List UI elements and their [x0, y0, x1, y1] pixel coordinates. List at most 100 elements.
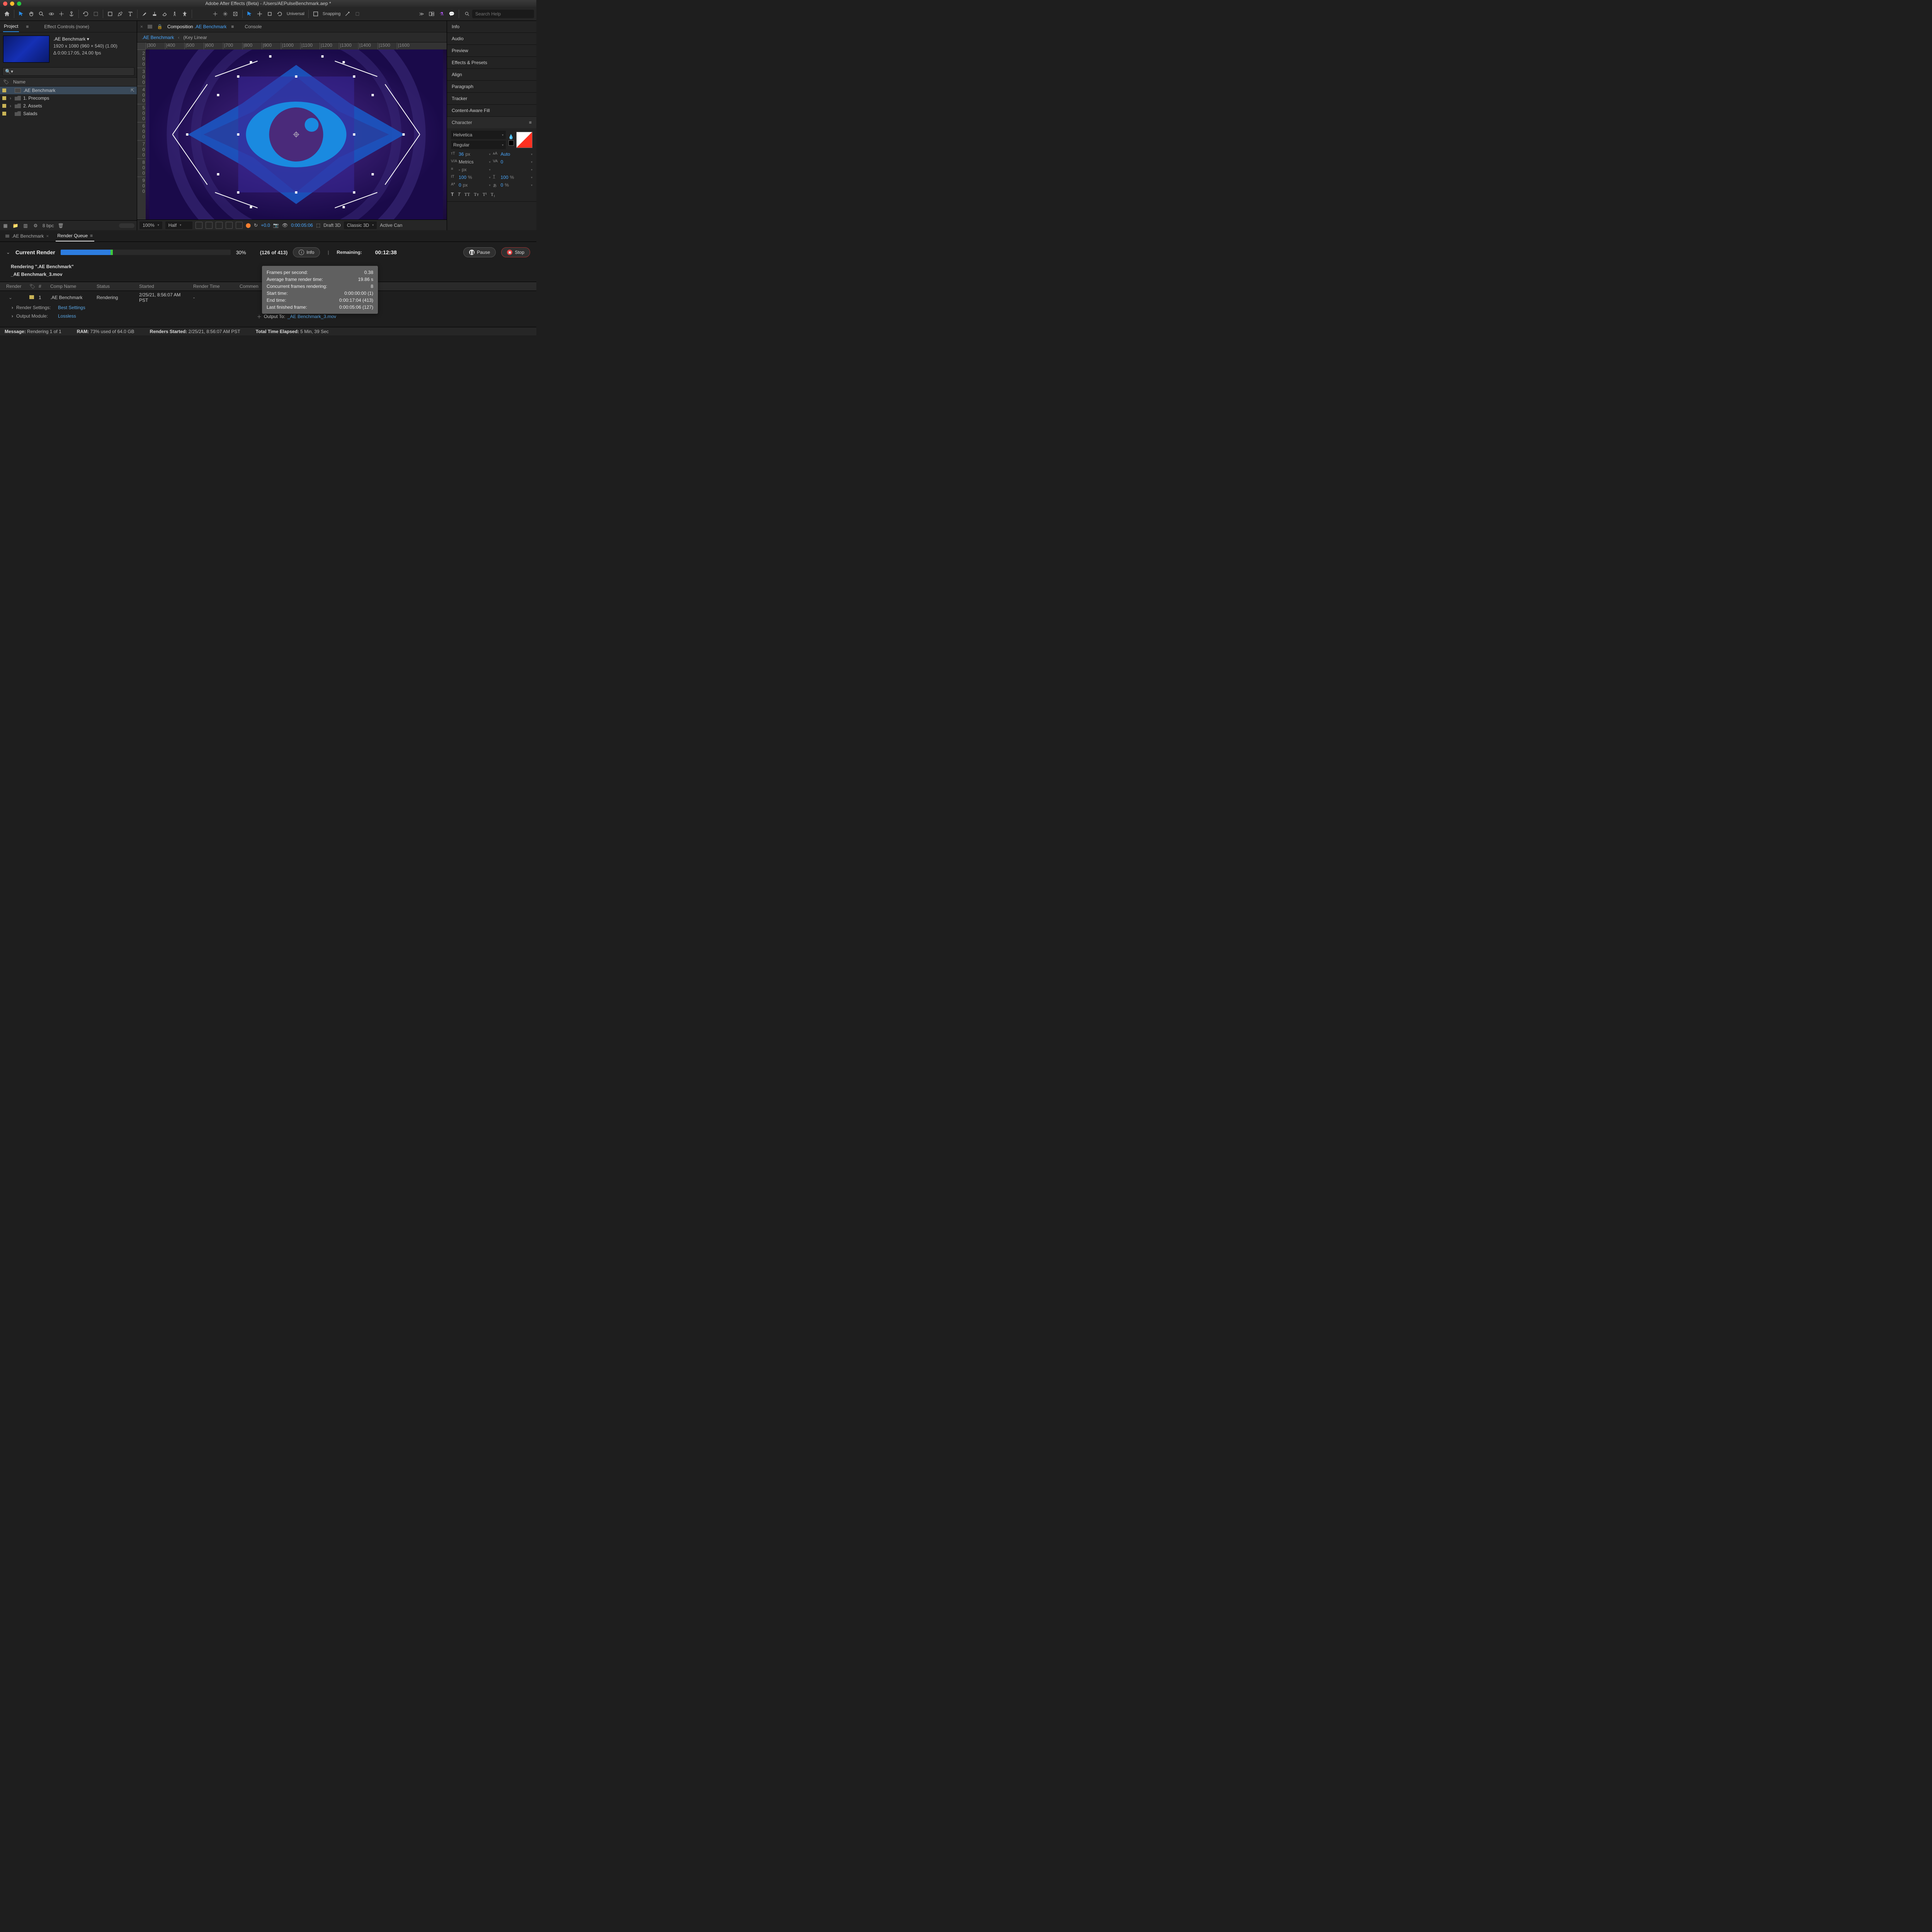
character-menu-icon[interactable]: ≡: [529, 120, 532, 125]
tab-effect-controls[interactable]: Effect Controls (none): [43, 22, 90, 32]
workspace-icon[interactable]: [427, 9, 436, 19]
show-snapshot-icon[interactable]: 👁: [282, 223, 288, 228]
color-mgmt-icon[interactable]: ⬤: [246, 223, 251, 228]
draft3d-icon[interactable]: ⬚: [316, 223, 320, 228]
name-column[interactable]: Name: [13, 79, 26, 85]
axis-view[interactable]: [231, 9, 240, 19]
transparency-grid-icon[interactable]: [196, 222, 202, 229]
universal-cursor[interactable]: [245, 9, 254, 19]
disclosure-icon[interactable]: ›: [9, 95, 12, 101]
leading[interactable]: ᴀAAuto: [493, 151, 533, 157]
snapshot-icon[interactable]: 📷: [273, 223, 279, 228]
stroke-order[interactable]: [493, 168, 533, 172]
character-header[interactable]: Character ≡: [447, 117, 536, 128]
horizontal-scale[interactable]: T̲100%: [493, 175, 533, 180]
zoom-tool[interactable]: [37, 9, 46, 19]
selection-tool[interactable]: [17, 9, 26, 19]
panel-preview[interactable]: Preview: [447, 45, 536, 57]
crumb-comp[interactable]: .AE Benchmark: [142, 35, 174, 40]
overflow-icon[interactable]: ≫: [417, 9, 426, 19]
add-output-icon[interactable]: ＋: [257, 313, 262, 320]
roi-icon[interactable]: [216, 222, 223, 229]
universal-scale[interactable]: [265, 9, 274, 19]
col-render-time[interactable]: Render Time: [191, 284, 237, 289]
col-comp[interactable]: Comp Name: [48, 284, 94, 289]
rs-value[interactable]: Best Settings: [58, 305, 85, 312]
comp-thumbnail[interactable]: [3, 36, 49, 63]
disclosure-icon[interactable]: ›: [9, 103, 12, 109]
panel-align[interactable]: Align: [447, 69, 536, 81]
search-help[interactable]: [464, 10, 534, 18]
vertical-scale[interactable]: IT100%: [451, 175, 491, 180]
panel-paragraph[interactable]: Paragraph: [447, 81, 536, 93]
resolution-select[interactable]: Half: [165, 221, 192, 229]
superscript[interactable]: T¹: [483, 192, 487, 197]
tab-render-queue[interactable]: Render Queue ≡: [56, 231, 94, 242]
close-tab-icon[interactable]: ×: [140, 24, 143, 29]
tag-column-icon[interactable]: 🏷: [3, 79, 13, 85]
panel-info[interactable]: Info: [447, 21, 536, 33]
flowchart-icon[interactable]: ⇱: [131, 88, 134, 93]
fill-stroke-swatch[interactable]: [516, 132, 532, 148]
comp-menu-icon[interactable]: ≡: [231, 24, 234, 29]
label-swatch[interactable]: [2, 96, 6, 100]
col-num[interactable]: #: [36, 284, 48, 289]
panel-tracker[interactable]: Tracker: [447, 93, 536, 105]
project-settings-icon[interactable]: ⚙: [32, 223, 39, 229]
trash-icon[interactable]: 🗑: [58, 223, 64, 229]
tab-composition[interactable]: Composition .AE Benchmark: [167, 24, 226, 29]
composition-viewer[interactable]: |300|400|500|600|700|800|900|1000|1100|1…: [137, 43, 447, 219]
snap-opt-2[interactable]: [353, 9, 362, 19]
brush-tool[interactable]: [140, 9, 149, 19]
panel-audio[interactable]: Audio: [447, 33, 536, 45]
camera-select[interactable]: Active Can: [380, 223, 402, 228]
lock-icon[interactable]: 🔒: [157, 24, 163, 29]
crumb-back-icon[interactable]: ‹: [178, 35, 179, 40]
stroke-width[interactable]: ≡-px: [451, 167, 491, 172]
project-menu-icon[interactable]: ≡: [26, 24, 29, 29]
label-swatch[interactable]: [2, 104, 6, 108]
faux-italic[interactable]: T: [457, 192, 460, 197]
panel-content-aware-fill[interactable]: Content-Aware Fill: [447, 105, 536, 117]
rq-menu-icon[interactable]: ≡: [90, 233, 93, 238]
shape-tool[interactable]: [105, 9, 115, 19]
universal-rotate[interactable]: [275, 9, 284, 19]
snapping-checkbox[interactable]: [311, 9, 320, 19]
axis-world[interactable]: [221, 9, 230, 19]
close-tab-icon[interactable]: ×: [46, 233, 49, 239]
stroke-swatch[interactable]: [509, 140, 514, 146]
tracking[interactable]: VA0: [493, 159, 533, 165]
project-search[interactable]: 🔍▾: [2, 67, 134, 76]
labs-icon[interactable]: ⚗: [437, 9, 446, 19]
roto-tool[interactable]: [91, 9, 100, 19]
font-family-select[interactable]: Helvetica: [451, 131, 506, 139]
disclosure-icon[interactable]: ›: [12, 305, 13, 312]
disclosure-icon[interactable]: ⌄: [6, 250, 10, 255]
hand-tool[interactable]: [27, 9, 36, 19]
small-caps[interactable]: Tᴛ: [474, 192, 479, 197]
col-status[interactable]: Status: [94, 284, 137, 289]
om-value[interactable]: Lossless: [58, 313, 76, 320]
draft3d-label[interactable]: Draft 3D: [323, 223, 341, 228]
tab-console[interactable]: Console: [245, 24, 262, 29]
mask-toggle-icon[interactable]: [206, 222, 213, 229]
snap-opt-1[interactable]: [343, 9, 352, 19]
home-button[interactable]: [2, 9, 12, 19]
label-swatch[interactable]: [29, 295, 34, 299]
new-folder-icon[interactable]: 📁: [12, 223, 19, 229]
orbit-tool[interactable]: [47, 9, 56, 19]
universal-position[interactable]: [255, 9, 264, 19]
tab-timeline[interactable]: .AE Benchmark ×: [4, 231, 50, 241]
all-caps[interactable]: TT: [464, 192, 470, 197]
puppet-tool[interactable]: [170, 9, 179, 19]
exposure-value[interactable]: +0.0: [261, 223, 270, 228]
current-time[interactable]: 0:00:05:06: [291, 223, 313, 228]
col-started[interactable]: Started: [137, 284, 191, 289]
kerning[interactable]: V/AMetrics: [451, 159, 491, 165]
faux-bold[interactable]: T: [451, 192, 454, 197]
label-swatch[interactable]: [2, 88, 6, 92]
disclosure-icon[interactable]: ⌄: [6, 295, 15, 300]
eyedropper-icon[interactable]: 💧: [508, 134, 514, 139]
rotation-tool[interactable]: [57, 9, 66, 19]
project-item-folder[interactable]: › 2. Assets: [0, 102, 137, 110]
